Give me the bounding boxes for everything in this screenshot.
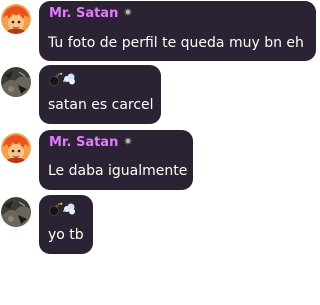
- bomb-icon: [49, 202, 63, 216]
- message-bubble[interactable]: Mr. Satan ✷ Le daba igualmente: [39, 130, 193, 190]
- message-bubble[interactable]: Mr. Satan ✷ Tu foto de perfil te queda mu…: [39, 1, 316, 61]
- avatar[interactable]: [1, 197, 31, 227]
- dash-icon: [63, 73, 75, 85]
- star-badge-icon: ✷: [123, 6, 133, 19]
- avatar[interactable]: [1, 4, 31, 34]
- chat-log: Mr. Satan ✷ Tu foto de perfil te queda mu…: [0, 0, 320, 305]
- avatar[interactable]: [1, 133, 31, 163]
- message-text: yo tb: [48, 227, 84, 243]
- message-text: satan es carcel: [48, 97, 154, 113]
- star-badge-icon: ✷: [123, 135, 133, 148]
- username-label: Mr. Satan: [49, 135, 119, 150]
- bomb-icon: [49, 72, 63, 86]
- message-text: Le daba igualmente: [48, 163, 188, 179]
- message-text: Tu foto de perfil te queda muy bn eh: [48, 35, 304, 51]
- username-label: Mr. Satan: [49, 6, 119, 21]
- avatar[interactable]: [1, 67, 31, 97]
- username[interactable]: Mr. Satan ✷: [49, 5, 133, 22]
- dash-icon: [63, 203, 75, 215]
- username[interactable]: Mr. Satan ✷: [49, 134, 133, 151]
- message-bubble[interactable]: satan es carcel: [39, 65, 161, 124]
- username-icons[interactable]: [48, 71, 76, 90]
- username-icons[interactable]: [48, 201, 76, 220]
- message-bubble[interactable]: yo tb: [39, 195, 93, 254]
